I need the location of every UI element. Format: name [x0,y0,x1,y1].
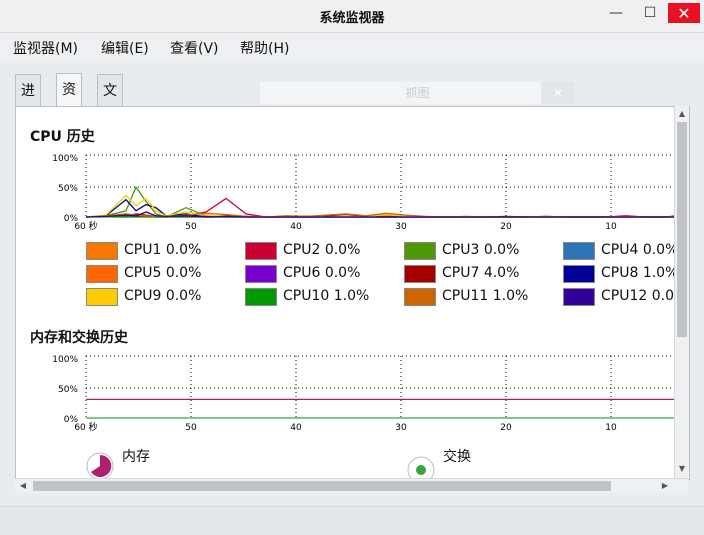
color-swatch[interactable] [245,288,277,306]
mem-x-tick-50: 50 [185,423,197,433]
x-tick-40: 40 [290,222,302,232]
cpu-legend-label: CPU10 1.0% [283,288,370,304]
resources-panel: CPU 历史 100% 50% 0% 60 秒 50 40 30 20 10 C… [15,106,690,484]
minimize-icon[interactable]: — [602,3,630,23]
x-tick-50: 50 [185,222,197,232]
tab-filesystems[interactable]: 文件系统 [97,74,123,195]
color-swatch[interactable] [404,242,436,260]
mem-x-tick-10: 10 [605,423,617,433]
cpu-history-title: CPU 历史 [30,129,95,145]
horizontal-scroll-thumb[interactable] [33,481,611,491]
window-title: 系统监视器 [319,11,385,26]
cpu-legend-label: CPU11 1.0% [442,288,529,304]
tab-resources[interactable]: 资源 [56,73,82,130]
cpu-legend-label: CPU2 0.0% [283,242,361,258]
overlay-close-icon: ✕ [541,82,575,104]
memory-history-title: 内存和交换历史 [30,330,128,346]
color-swatch[interactable] [404,288,436,306]
close-icon[interactable]: ✕ [668,3,700,23]
scroll-up-icon[interactable]: ▲ [677,109,687,119]
memory-legend-label: 内存 [122,449,150,465]
screenshot-tool-overlay: 抓图 ✕ [260,82,575,104]
cpu-legend-label: CPU9 0.0% [124,288,202,304]
x-tick-20: 20 [500,222,512,232]
title-bar: 系统监视器 — ☐ ✕ [0,0,704,33]
x-tick-60: 60 秒 [74,220,97,232]
menu-view[interactable]: 查看(V) [170,38,219,58]
x-tick-30: 30 [395,222,407,232]
cpu-legend-label: CPU6 0.0% [283,265,361,281]
mem-x-tick-20: 20 [500,423,512,433]
color-swatch[interactable] [563,242,595,260]
y-tick-50: 50% [58,184,78,194]
color-swatch[interactable] [404,265,436,283]
menu-bar: 监视器(M) 编辑(E) 查看(V) 帮助(H) [0,33,704,61]
scroll-left-icon[interactable]: ◀ [18,481,28,491]
cpu-legend-label: CPU3 0.0% [442,242,520,258]
cpu-legend-label: CPU5 0.0% [124,265,202,281]
mem-x-tick-60: 60 秒 [74,421,97,433]
menu-help[interactable]: 帮助(H) [240,38,289,58]
color-swatch[interactable] [563,288,595,306]
vertical-scrollbar[interactable]: ▲ ▼ [674,106,689,478]
color-swatch[interactable] [245,265,277,283]
tab-processes[interactable]: 进程 [15,74,41,131]
vertical-scroll-thumb[interactable] [677,122,687,337]
mem-y-tick-100: 100% [52,355,78,365]
cpu-legend-label: CPU8 1.0% [601,265,679,281]
cpu-legend-label: CPU7 4.0% [442,265,520,281]
series-line-CPU3 [85,185,686,218]
menu-edit[interactable]: 编辑(E) [101,38,149,58]
mem-x-tick-40: 40 [290,423,302,433]
memory-history-chart: 100% 50% 0% 60 秒 50 40 30 20 10 [52,355,686,433]
cpu-legend-label: CPU1 0.0% [124,242,202,258]
x-tick-10: 10 [605,222,617,232]
mem-y-tick-50: 50% [58,385,78,395]
cpu-history-chart: 100% 50% 0% 60 秒 50 40 30 20 10 [52,154,686,232]
menu-monitor[interactable]: 监视器(M) [13,38,78,58]
maximize-icon[interactable]: ☐ [636,3,664,23]
color-swatch[interactable] [86,265,118,283]
color-swatch[interactable] [86,288,118,306]
scroll-right-icon[interactable]: ▶ [660,481,670,491]
cpu-legend-label: CPU4 0.0% [601,242,679,258]
color-swatch[interactable] [245,242,277,260]
horizontal-scrollbar[interactable]: ◀ ▶ [15,478,688,493]
y-tick-100: 100% [52,154,78,164]
overlay-label: 抓图 [405,86,430,100]
status-bar [0,506,704,535]
color-swatch[interactable] [563,265,595,283]
memory-pie-icon[interactable] [86,452,114,480]
scroll-down-icon[interactable]: ▼ [677,464,687,474]
mem-x-tick-30: 30 [395,423,407,433]
swap-legend-label: 交换 [443,449,471,465]
color-swatch[interactable] [86,242,118,260]
